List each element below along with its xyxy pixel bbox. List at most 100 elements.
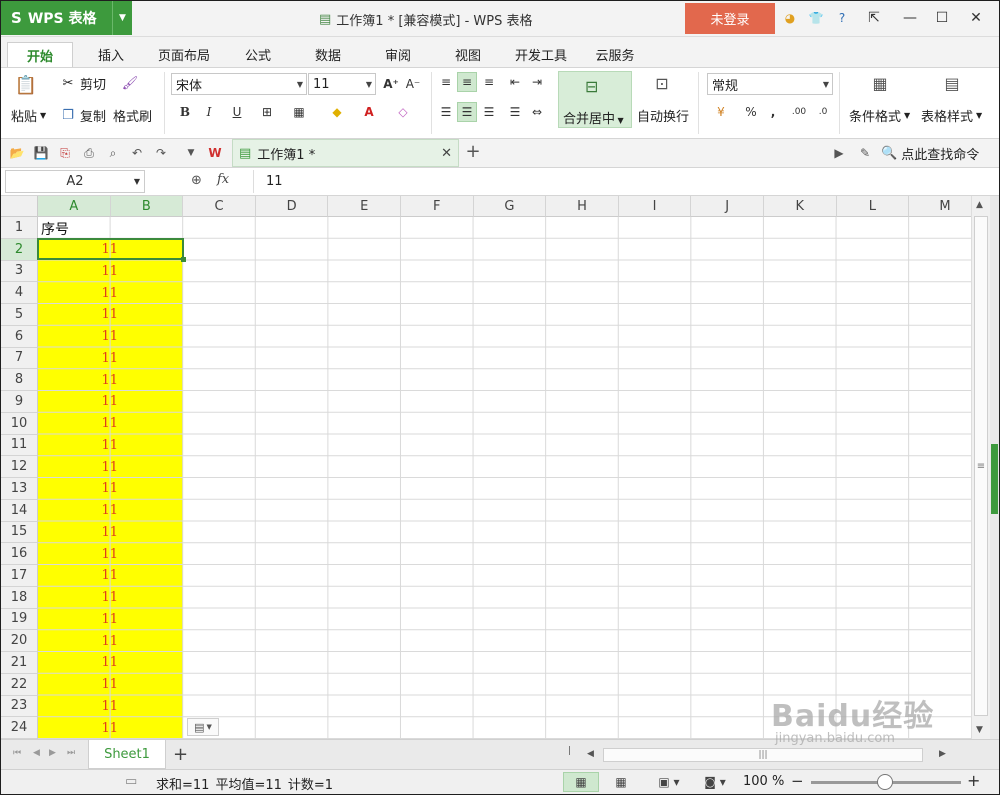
sidebar-toggle-icon[interactable]: ▶ <box>831 145 847 161</box>
reading-mode-button[interactable]: ▣ ▾ <box>651 772 687 792</box>
font-shrink-icon[interactable]: A⁻ <box>403 74 423 94</box>
clear-format-icon[interactable]: ◇ <box>393 102 413 122</box>
cell-A24[interactable]: 11 <box>38 717 118 739</box>
new-tab-icon[interactable]: + <box>465 141 481 162</box>
column-header-c[interactable]: C <box>183 196 256 217</box>
tab-data[interactable]: 数据 <box>303 42 353 67</box>
eye-protection-button[interactable]: ◙ ▾ <box>697 772 733 792</box>
row-header-1[interactable]: 1 <box>1 217 38 239</box>
row-header-8[interactable]: 8 <box>1 369 38 391</box>
help-icon[interactable]: ? <box>833 9 851 27</box>
cell-A10[interactable]: 11 <box>38 413 118 435</box>
export-pdf-icon[interactable]: ⎘ <box>57 145 73 161</box>
cell-A18[interactable]: 11 <box>38 587 118 609</box>
column-header-e[interactable]: E <box>328 196 401 217</box>
column-header-i[interactable]: I <box>618 196 692 217</box>
cell-style-icon[interactable]: ▦ <box>289 102 309 122</box>
wrap-text-icon[interactable]: ⊡ <box>653 74 671 93</box>
format-painter-button[interactable]: 格式刷 <box>113 106 152 125</box>
tab-insert[interactable]: 插入 <box>83 42 139 67</box>
cell-A19[interactable]: 11 <box>38 609 118 631</box>
cell-A22[interactable]: 11 <box>38 674 118 696</box>
table-style-icon[interactable]: ▤ <box>943 74 961 93</box>
increase-indent-icon[interactable]: ⇥ <box>527 72 547 92</box>
column-header-f[interactable]: F <box>401 196 474 217</box>
cell-A1[interactable]: 序号 <box>41 218 69 239</box>
skin-icon[interactable]: ◕ <box>781 9 799 27</box>
align-bottom-icon[interactable]: ≡ <box>479 72 499 92</box>
font-name-select[interactable]: 宋体 ▼ <box>171 73 307 95</box>
increase-decimal-icon[interactable]: .00 <box>789 102 809 122</box>
bold-button[interactable]: B <box>175 102 195 122</box>
login-button[interactable]: 未登录 <box>685 3 775 34</box>
name-box[interactable]: A2 ▼ <box>5 170 145 193</box>
vertical-scrollbar[interactable]: ▲ ≡ ▼ <box>971 196 990 739</box>
minimize-button[interactable]: — <box>893 1 927 35</box>
save-icon[interactable]: 💾 <box>33 145 49 161</box>
cell-A14[interactable]: 11 <box>38 500 118 522</box>
split-handle[interactable]: | <box>568 746 571 756</box>
row-header-19[interactable]: 19 <box>1 608 38 631</box>
chevron-down-icon[interactable]: ▼ <box>112 1 132 35</box>
brush-icon[interactable]: 🖌 <box>121 74 139 92</box>
close-tab-icon[interactable]: ✕ <box>441 146 452 161</box>
zoom-out-icon[interactable]: − <box>791 772 804 790</box>
column-header-a[interactable]: A <box>38 196 111 217</box>
row-header-24[interactable]: 24 <box>1 717 38 739</box>
align-top-icon[interactable]: ≡ <box>436 72 456 92</box>
align-right-icon[interactable]: ☰ <box>479 102 499 122</box>
row-header-3[interactable]: 3 <box>1 260 38 283</box>
cell-A15[interactable]: 11 <box>38 522 118 544</box>
row-header-6[interactable]: 6 <box>1 325 38 348</box>
comma-button[interactable]: , <box>763 102 783 122</box>
scroll-up-icon[interactable]: ▲ <box>976 200 983 210</box>
app-menu-button[interactable]: S WPS 表格 ▼ <box>1 1 132 35</box>
cell-A4[interactable]: 11 <box>38 282 118 304</box>
cell-A16[interactable]: 11 <box>38 543 118 565</box>
side-panel-handle[interactable] <box>991 444 998 514</box>
italic-button[interactable]: I <box>199 102 219 122</box>
justify-icon[interactable]: ☰ <box>505 102 525 122</box>
distribute-icon[interactable]: ⇔ <box>527 102 547 122</box>
search-command[interactable]: 🔍 点此查找命令 <box>881 144 979 163</box>
number-format-select[interactable]: 常规 ▼ <box>707 73 833 95</box>
row-header-12[interactable]: 12 <box>1 456 38 478</box>
table-style-button[interactable]: 表格样式 ▼ <box>921 106 982 125</box>
zoom-formula-icon[interactable]: ⊕ <box>191 173 202 188</box>
cell-A11[interactable]: 11 <box>38 435 118 457</box>
print-icon[interactable]: ⎙ <box>81 145 97 161</box>
fill-handle[interactable] <box>181 257 186 262</box>
border-icon[interactable]: ⊞ <box>257 102 277 122</box>
copy-button[interactable]: ❐ 复制 <box>59 106 106 125</box>
tab-cloud[interactable]: 云服务 <box>589 42 641 67</box>
tab-page-layout[interactable]: 页面布局 <box>149 42 219 67</box>
column-header-l[interactable]: L <box>836 196 910 217</box>
row-header-20[interactable]: 20 <box>1 630 38 652</box>
row-header-18[interactable]: 18 <box>1 586 38 609</box>
maximize-button[interactable]: ☐ <box>925 1 959 35</box>
open-icon[interactable]: 📂 <box>9 145 25 161</box>
column-header-b[interactable]: B <box>110 196 184 217</box>
redo-icon[interactable]: ↷ <box>153 145 169 161</box>
spreadsheet-grid[interactable]: ABCDEFGHIJKLM 1 2 3 4 5 6 7 8 9 10 11 12 13 14 15 16 17 1… <box>1 196 971 739</box>
fill-color-icon[interactable]: ◆ <box>327 102 347 122</box>
cell-A3[interactable]: 11 <box>38 261 118 283</box>
row-header-23[interactable]: 23 <box>1 695 38 718</box>
last-sheet-icon[interactable]: ⏭ <box>67 748 75 758</box>
conditional-format-icon[interactable]: ▦ <box>871 74 889 93</box>
cell-A9[interactable]: 11 <box>38 391 118 413</box>
wps-w-icon[interactable]: W <box>207 145 223 161</box>
cell-A6[interactable]: 11 <box>38 326 118 348</box>
shirt-icon[interactable]: 👕 <box>807 9 825 27</box>
add-sheet-icon[interactable]: + <box>173 744 188 765</box>
cell-A17[interactable]: 11 <box>38 565 118 587</box>
select-all-corner[interactable] <box>1 196 38 217</box>
tab-formula[interactable]: 公式 <box>233 42 283 67</box>
h-scroll-thumb[interactable]: ||| <box>603 748 923 762</box>
row-header-9[interactable]: 9 <box>1 391 38 413</box>
sheet-tab-sheet1[interactable]: Sheet1 <box>88 740 166 769</box>
prev-sheet-icon[interactable]: ◀ <box>33 748 40 758</box>
percent-button[interactable]: % <box>741 102 761 122</box>
cell-A13[interactable]: 11 <box>38 478 118 500</box>
row-header-22[interactable]: 22 <box>1 673 38 696</box>
